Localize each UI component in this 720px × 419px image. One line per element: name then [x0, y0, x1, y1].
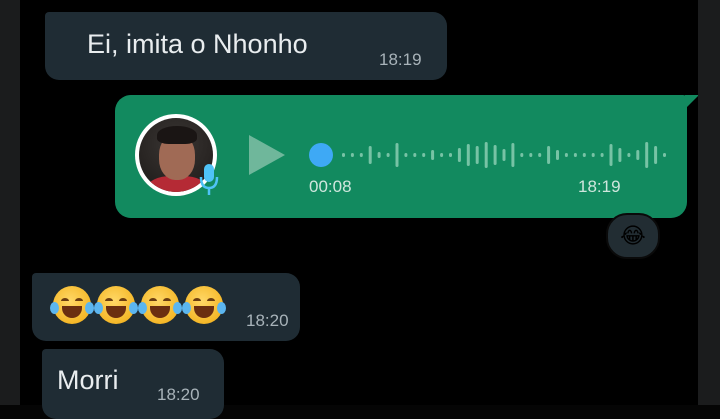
waveform-bar	[538, 153, 542, 157]
bubble-tail	[685, 95, 699, 109]
waveform-bar	[591, 153, 595, 157]
message-time: 18:20	[246, 311, 289, 330]
laughing-crying-emoji-icon	[182, 286, 226, 324]
waveform-bar	[386, 153, 390, 157]
waveform-bar	[404, 153, 408, 157]
waveform-bar	[556, 150, 559, 160]
playback-position-handle[interactable]	[309, 143, 333, 167]
waveform-bar	[422, 153, 426, 157]
waveform-bar	[618, 148, 622, 162]
waveform-bar	[449, 153, 452, 157]
waveform-bar	[493, 145, 497, 165]
play-icon[interactable]	[249, 135, 285, 175]
message-bubble-incoming[interactable]: Morri 18:20	[42, 349, 224, 419]
audio-waveform[interactable]	[339, 135, 669, 175]
waveform-bar	[645, 142, 649, 168]
message-time: 18:19	[379, 50, 422, 69]
voice-message-bubble[interactable]: 00:08 18:19	[115, 95, 699, 218]
waveform-bar	[520, 153, 524, 157]
waveform-bar	[511, 143, 515, 167]
waveform-bar	[484, 142, 488, 168]
laughing-crying-emoji-icon	[138, 286, 182, 324]
waveform-bar	[627, 153, 631, 157]
message-time: 18:20	[157, 385, 200, 404]
waveform-bar	[529, 153, 533, 157]
message-text: Morri	[57, 365, 119, 395]
emoji-row	[50, 286, 229, 328]
laughing-crying-emoji-icon	[50, 286, 94, 324]
left-edge	[0, 0, 20, 405]
waveform-bar	[377, 152, 381, 158]
laughing-crying-emoji-icon	[94, 286, 138, 324]
waveform-bar	[663, 153, 666, 157]
waveform-bar	[368, 146, 372, 164]
reaction-badge[interactable]: 😂	[606, 213, 660, 259]
waveform-bar	[395, 143, 399, 167]
waveform-bar	[654, 146, 658, 164]
waveform-bar	[342, 153, 345, 157]
waveform-bar	[547, 146, 551, 164]
waveform-bar	[440, 153, 444, 157]
waveform-bar	[609, 144, 613, 166]
right-edge	[698, 0, 720, 405]
voice-duration: 00:08	[309, 177, 352, 196]
waveform-bar	[573, 153, 577, 157]
waveform-bar	[564, 153, 568, 157]
microphone-icon	[199, 164, 219, 195]
message-bubble-incoming[interactable]: 18:20	[32, 273, 300, 341]
chat-area[interactable]: Ei, imita o Nhonho 18:19 00:08 18:19 😂 1…	[20, 0, 699, 419]
waveform-bar	[502, 149, 506, 161]
waveform-bar	[582, 153, 586, 157]
waveform-bar	[413, 153, 417, 157]
waveform-bar	[350, 153, 354, 157]
waveform-bar	[431, 150, 435, 160]
waveform-bar	[636, 150, 640, 160]
reaction-emoji: 😂	[620, 223, 646, 248]
waveform-bar	[466, 144, 470, 166]
message-text: Ei, imita o Nhonho	[87, 29, 308, 59]
message-bubble-incoming[interactable]: Ei, imita o Nhonho 18:19	[45, 12, 447, 80]
waveform-bar	[457, 148, 461, 162]
waveform-bar	[600, 153, 604, 157]
message-time: 18:19	[578, 177, 621, 196]
waveform-bar	[475, 146, 479, 164]
waveform-bar	[359, 153, 363, 157]
